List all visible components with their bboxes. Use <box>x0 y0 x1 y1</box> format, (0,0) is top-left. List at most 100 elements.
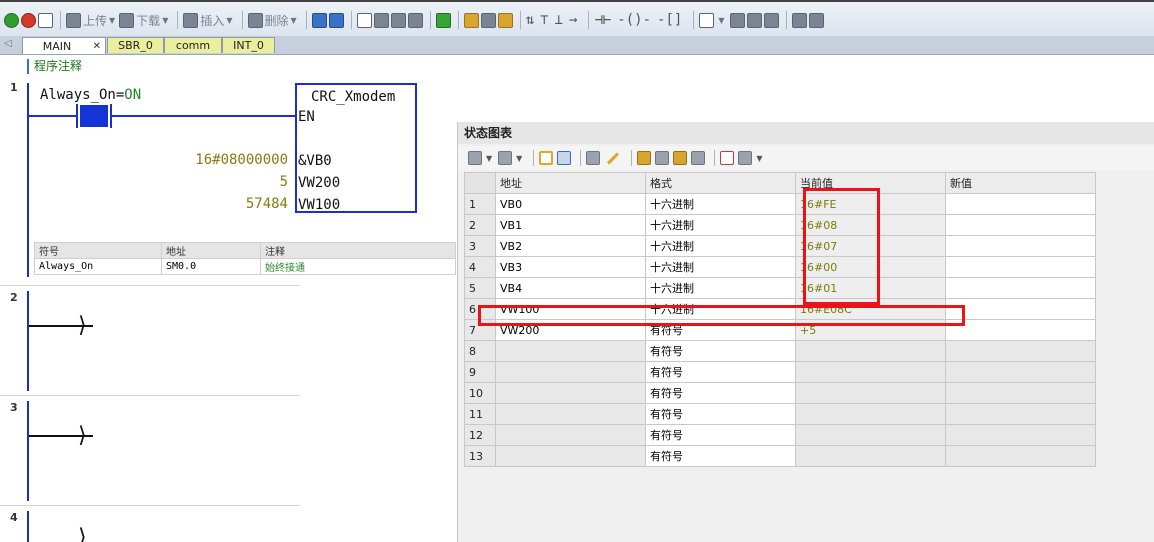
box-icon[interactable]: -[] <box>657 12 682 28</box>
new-value-cell[interactable] <box>945 298 1096 320</box>
tab-main[interactable]: MAIN ✕ <box>22 37 106 54</box>
program-comment[interactable]: 程序注释 <box>27 59 82 74</box>
address-cell[interactable] <box>495 382 646 404</box>
chevron-down-icon[interactable]: ▼ <box>486 154 492 163</box>
address-cell[interactable]: VB2 <box>495 235 646 257</box>
unlock-icon[interactable] <box>480 12 496 28</box>
chart-status-icon[interactable] <box>539 151 554 165</box>
format-cell[interactable]: 有符号 <box>645 445 796 467</box>
table-row[interactable]: 8 有符号 <box>464 340 1096 362</box>
address-cell[interactable]: VB0 <box>495 193 646 215</box>
branch-icon[interactable]: ⇅ <box>526 12 534 28</box>
format-cell[interactable]: 有符号 <box>645 361 796 383</box>
chevron-down-icon[interactable]: ▼ <box>516 154 522 163</box>
ladder-editor[interactable]: 程序注释 1 Always_On=ON CRC_Xmodem EN &VB0 V… <box>0 55 460 542</box>
tab-comm[interactable]: comm <box>164 37 222 53</box>
line-right-icon[interactable]: → <box>569 12 577 28</box>
tab-int-0[interactable]: INT_0 <box>222 37 275 53</box>
format-cell[interactable]: 有符号 <box>645 424 796 446</box>
stop-icon[interactable] <box>21 12 36 28</box>
format-cell[interactable]: 十六进制 <box>645 277 796 299</box>
insert-button[interactable]: 插入 ▼ <box>183 11 233 29</box>
format-cell[interactable]: 十六进制 <box>645 256 796 278</box>
delete-button[interactable]: 删除 ▼ <box>247 11 297 29</box>
trend-view-icon[interactable] <box>720 151 735 165</box>
contact-icon[interactable]: ⊣⊢ <box>594 12 611 28</box>
properties-icon[interactable] <box>764 12 780 28</box>
table-row[interactable]: 4 VB3 十六进制 16#00 <box>464 256 1096 278</box>
table-row[interactable]: 11 有符号 <box>464 403 1096 425</box>
format-col-header[interactable]: 格式 <box>645 172 796 194</box>
network-1[interactable]: 1 Always_On=ON CRC_Xmodem EN &VB0 VW200 … <box>0 77 456 277</box>
param-value[interactable]: 57484 <box>246 196 288 212</box>
format-cell[interactable]: 有符号 <box>645 340 796 362</box>
address-cell[interactable]: VB1 <box>495 214 646 236</box>
compile-icon[interactable] <box>38 12 53 28</box>
address-cell[interactable]: VB3 <box>495 256 646 278</box>
timer-icon[interactable] <box>407 12 423 28</box>
glasses-icon[interactable] <box>586 151 601 165</box>
network-insert-icon[interactable] <box>373 12 389 28</box>
network-4[interactable]: 4 ⟩ <box>0 509 456 542</box>
param-value[interactable]: 5 <box>280 174 288 190</box>
param-value[interactable]: 16#08000000 <box>195 152 288 168</box>
address-cell[interactable] <box>495 361 646 383</box>
pencil-icon[interactable] <box>607 151 620 165</box>
go-to-icon[interactable] <box>435 12 451 28</box>
edit-icon[interactable] <box>747 12 763 28</box>
network-delete-icon[interactable] <box>390 12 406 28</box>
coil-icon[interactable]: -()- <box>617 12 651 28</box>
branch-up-icon[interactable]: ⊥ <box>555 12 563 28</box>
new-value-cell[interactable] <box>945 340 1096 362</box>
force-icon[interactable] <box>637 151 652 165</box>
download-button[interactable]: 下载 ▼ <box>119 11 168 29</box>
new-value-cell[interactable] <box>945 424 1096 446</box>
tab-scroll-left-icon[interactable]: ◁ <box>4 38 12 49</box>
close-icon[interactable]: ✕ <box>93 41 101 52</box>
table-row[interactable]: 3 VB2 十六进制 16#07 <box>464 235 1096 257</box>
new-value-col-header[interactable]: 新值 <box>945 172 1096 194</box>
network-3[interactable]: 3 ⟩ <box>0 399 456 503</box>
chart-status-icon[interactable] <box>328 12 344 28</box>
address-cell[interactable] <box>495 340 646 362</box>
library-icon[interactable] <box>809 12 825 28</box>
table-row[interactable]: 1 VB0 十六进制 16#FE <box>464 193 1096 215</box>
read-forced-icon[interactable] <box>691 151 706 165</box>
contact-active[interactable] <box>80 105 108 127</box>
program-status-icon[interactable] <box>311 12 327 28</box>
new-value-cell[interactable] <box>945 235 1096 257</box>
address-cell[interactable]: VB4 <box>495 277 646 299</box>
bookmark-icon[interactable] <box>497 12 513 28</box>
new-value-cell[interactable] <box>945 361 1096 383</box>
run-icon[interactable] <box>4 12 19 28</box>
new-value-cell[interactable] <box>945 319 1096 341</box>
address-cell[interactable] <box>495 445 646 467</box>
table-row[interactable]: 5 VB4 十六进制 16#01 <box>464 277 1096 299</box>
unforce-all-icon[interactable] <box>673 151 688 165</box>
format-cell[interactable]: 有符号 <box>645 382 796 404</box>
new-value-cell[interactable] <box>945 382 1096 404</box>
chevron-down-icon[interactable]: ▼ <box>756 154 762 163</box>
new-value-cell[interactable] <box>945 214 1096 236</box>
address-cell[interactable] <box>495 424 646 446</box>
format-cell[interactable]: 有符号 <box>645 403 796 425</box>
format-cell[interactable]: 十六进制 <box>645 235 796 257</box>
format-cell[interactable]: 十六进制 <box>645 214 796 236</box>
table-row[interactable]: 9 有符号 <box>464 361 1096 383</box>
comment-icon[interactable] <box>699 12 715 28</box>
tab-sbr-0[interactable]: SBR_0 <box>107 37 164 53</box>
format-cell[interactable]: 十六进制 <box>645 193 796 215</box>
new-value-cell[interactable] <box>945 277 1096 299</box>
comment-icon[interactable] <box>738 151 753 165</box>
new-value-cell[interactable] <box>945 256 1096 278</box>
network-2[interactable]: 2 ⟩ <box>0 289 456 393</box>
table-row[interactable]: 2 VB1 十六进制 16#08 <box>464 214 1096 236</box>
symbol-table-icon[interactable] <box>730 12 746 28</box>
crc-xmodem-block[interactable]: CRC_Xmodem EN &VB0 VW200 VW100 <box>295 83 417 213</box>
pause-icon[interactable] <box>557 151 572 165</box>
branch-down-icon[interactable]: ⊤ <box>540 12 548 28</box>
insert-row-icon[interactable] <box>468 151 482 165</box>
table-row[interactable]: 10 有符号 <box>464 382 1096 404</box>
upload-button[interactable]: 上传 ▼ <box>66 11 115 29</box>
delete-row-icon[interactable] <box>498 151 513 165</box>
